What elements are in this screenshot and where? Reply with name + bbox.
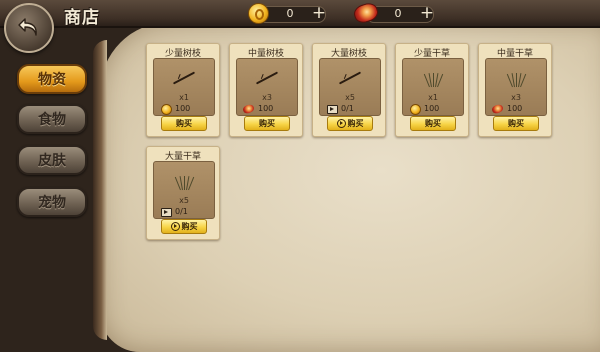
item-card[interactable]: 中量树枝 x3 100 购买 — [229, 43, 303, 137]
item-quantity: x5 — [345, 93, 355, 102]
twig-icon — [172, 71, 196, 85]
back-arrow-icon — [18, 18, 37, 36]
price-row: 0/1 — [327, 104, 375, 114]
item-card[interactable]: 中量干草 x3 100 购买 — [478, 43, 552, 137]
gem-value: 0 — [394, 7, 402, 20]
page-title: 商店 — [64, 8, 100, 28]
item-art — [154, 168, 214, 194]
item-card[interactable]: 少量树枝 x1 100 购买 — [146, 43, 220, 137]
play-circle-icon — [170, 222, 180, 231]
add-gem-button[interactable]: + — [418, 3, 436, 23]
buy-label: 购买 — [181, 222, 198, 231]
price-row: 100 — [410, 104, 458, 115]
item-slot: x5 0/1 — [319, 58, 381, 116]
item-art — [154, 65, 214, 91]
hay-icon — [506, 71, 527, 88]
item-quantity: x1 — [428, 93, 438, 102]
item-slot: x3 100 — [485, 58, 547, 116]
item-art — [237, 65, 297, 91]
item-slot: x3 100 — [236, 58, 298, 116]
tab-supplies[interactable]: 物资 — [17, 64, 87, 94]
item-art — [486, 65, 546, 91]
hay-icon — [174, 174, 195, 191]
item-art — [320, 65, 380, 91]
item-card[interactable]: 少量干草 x1 100 购买 — [395, 43, 469, 137]
item-quantity: x5 — [179, 196, 189, 205]
tab-pets[interactable]: 宠物 — [17, 187, 87, 217]
twig-icon — [255, 71, 279, 85]
item-quantity: x3 — [262, 93, 272, 102]
buy-button[interactable]: 购买 — [327, 116, 373, 131]
item-art — [403, 65, 463, 91]
item-price: 100 — [424, 104, 440, 113]
play-circle-icon — [336, 119, 346, 128]
price-row: 100 — [242, 103, 292, 115]
tab-food[interactable]: 食物 — [17, 104, 87, 134]
buy-label: 购买 — [508, 119, 524, 128]
top-bar: 商店 0 + 0 + — [0, 0, 600, 28]
buy-button[interactable]: 购买 — [493, 116, 539, 131]
video-ad-icon — [327, 105, 338, 114]
gold-coin-value: 0 — [286, 7, 294, 20]
item-card[interactable]: 大量干草 x5 0/1 购买 — [146, 146, 220, 240]
price-row: 100 — [491, 103, 541, 115]
gold-coin-icon — [161, 104, 172, 115]
tab-skins[interactable]: 皮肤 — [17, 145, 87, 175]
buy-label: 购买 — [259, 119, 275, 128]
red-gem-icon — [242, 103, 255, 115]
twig-icon — [338, 71, 362, 85]
gold-coin-counter: 0 + — [248, 3, 332, 24]
price-row: 100 — [161, 104, 209, 115]
hay-icon — [423, 71, 444, 88]
buy-button[interactable]: 购买 — [161, 219, 207, 234]
item-card[interactable]: 大量树枝 x5 0/1 购买 — [312, 43, 386, 137]
scroll-curl-decoration — [93, 40, 107, 340]
item-price: 0/1 — [341, 104, 354, 113]
item-quantity: x3 — [511, 93, 521, 102]
red-gem-icon — [491, 103, 504, 115]
back-button[interactable] — [4, 3, 54, 53]
buy-button[interactable]: 购买 — [244, 116, 290, 131]
item-slot: x1 100 — [402, 58, 464, 116]
item-price: 100 — [175, 104, 191, 113]
gem-counter: 0 + — [351, 0, 440, 26]
item-price: 100 — [258, 104, 274, 113]
gold-coin-icon — [410, 104, 421, 115]
buy-button[interactable]: 购买 — [410, 116, 456, 131]
item-slot: x5 0/1 — [153, 161, 215, 219]
video-ad-icon — [161, 208, 172, 217]
buy-button[interactable]: 购买 — [161, 116, 207, 131]
price-row: 0/1 — [161, 207, 209, 217]
item-price: 0/1 — [175, 207, 188, 216]
buy-label: 购买 — [347, 119, 364, 128]
add-gold-button[interactable]: + — [310, 3, 328, 23]
item-quantity: x1 — [179, 93, 189, 102]
buy-label: 购买 — [425, 119, 441, 128]
item-slot: x1 100 — [153, 58, 215, 116]
item-price: 100 — [507, 104, 523, 113]
gold-coin-icon — [248, 3, 269, 24]
buy-label: 购买 — [176, 119, 192, 128]
